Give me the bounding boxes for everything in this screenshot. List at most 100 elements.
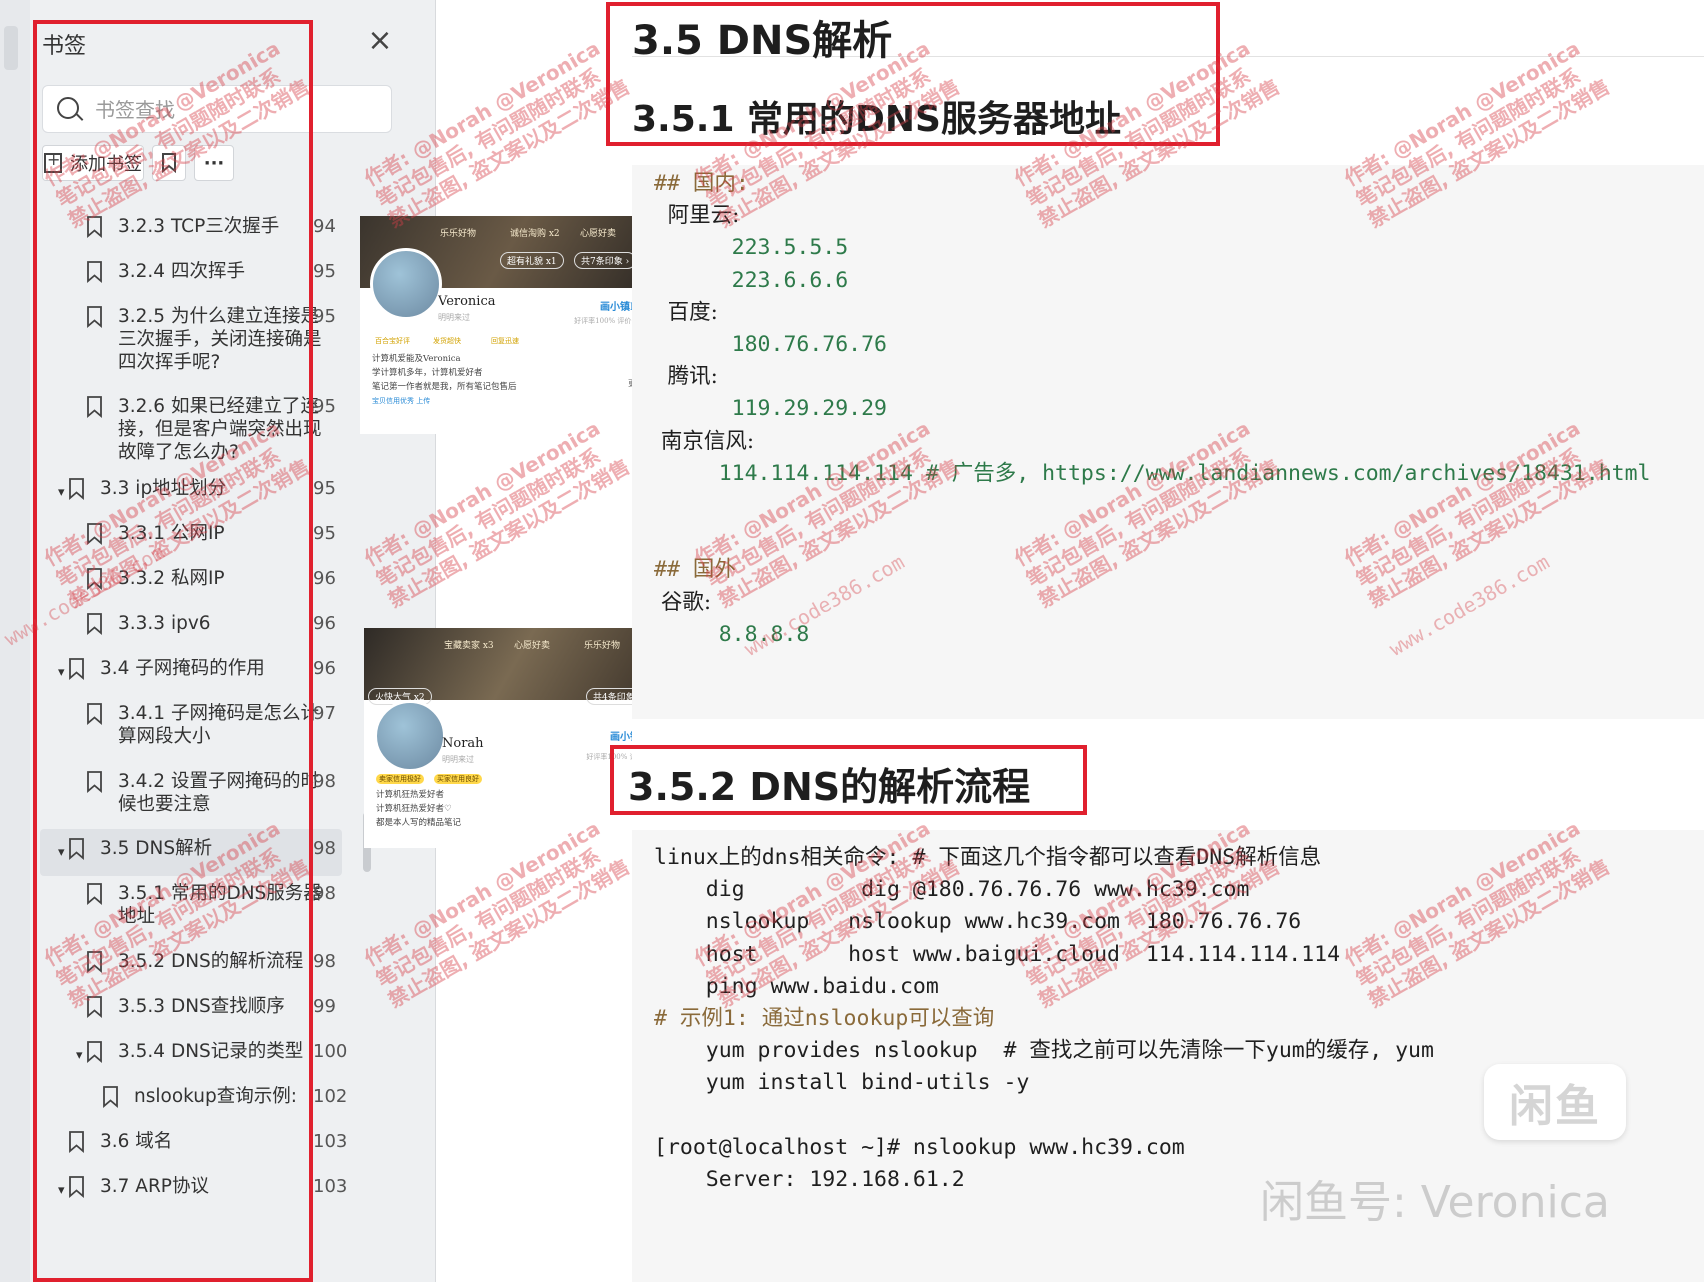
code-line: ## 国内: (654, 171, 749, 196)
bookmark-item[interactable]: 3.2.5 为什么建立连接是 三次握手，关闭连接确是 四次挥手呢? 95 (30, 305, 390, 374)
bookmark-icon (86, 396, 103, 418)
bookmark-item[interactable]: 3.5.1 常用的DNS服务器 地址 98 (30, 882, 390, 928)
card-line: 学计算机多年，计算机爱好者 (372, 368, 483, 378)
bookmark-icon (162, 153, 176, 173)
expand-arrow-icon[interactable]: ▾ (58, 841, 65, 864)
code-line: 8.8.8.8 (654, 621, 810, 647)
bookmark-item[interactable]: 3.5.2 DNS的解析流程 98 (30, 950, 390, 973)
code-line: 百度: (654, 299, 718, 325)
code-line: linux上的dns相关命令: # 下面这几个指令都可以查看DNS解析信息 (654, 845, 1322, 870)
card-seller-sub: 明明来过 (442, 755, 474, 764)
expand-arrow-icon[interactable]: ▾ (58, 481, 65, 504)
card-pill: 共7条印象 › (574, 252, 637, 269)
code-line: # 示例1: 通过nslookup可以查询 (654, 1006, 995, 1031)
bookmark-label: 3.5.2 DNS的解析流程 (118, 951, 304, 972)
bookmark-item[interactable]: 3.3.1 公网IP 95 (30, 522, 390, 545)
code-line: 223.6.6.6 (654, 267, 849, 293)
code-line: ping www.baidu.com (654, 973, 939, 999)
bookmark-label: 3.2.6 如果已经建立了连 接，但是客户端突然出现 故障了怎么办? (118, 396, 322, 463)
bookmark-icon (86, 523, 103, 545)
bookmark-label: 3.6 域名 (100, 1131, 173, 1152)
bookmark-label: 3.5.3 DNS查找顺序 (118, 996, 285, 1017)
bookmark-icon (68, 838, 85, 860)
card-line: 都是本人写的精品笔记 (376, 818, 462, 828)
card-tag: 心愿好卖 (514, 641, 551, 651)
code-line: nslookup nslookup www.hc39.com 180.76.76… (654, 909, 1302, 935)
bookmark-item[interactable]: nslookup查询示例: 102 (30, 1085, 390, 1108)
code-line: yum install bind-utils -y (654, 1070, 1030, 1096)
expand-arrow-icon[interactable]: ▾ (58, 1179, 65, 1202)
bookmark-label: 3.3.1 公网IP (118, 523, 225, 544)
bookmark-page-number: 95 (313, 306, 336, 327)
bookmark-page-number: 96 (313, 658, 336, 679)
add-bookmark-label: 添加书签 (70, 154, 142, 175)
code-line: 腾讯: (654, 364, 718, 390)
card-tag: 心愿好卖 (580, 229, 617, 239)
bookmark-item[interactable]: 3.5.3 DNS查找顺序 99 (30, 995, 390, 1018)
heading-3-5-1: 3.5.1 常用的DNS服务器地址 (632, 99, 1121, 140)
code-line: 119.29.29.29 (654, 396, 887, 422)
bookmark-item[interactable]: 3.3.3 ipv6 96 (30, 612, 390, 635)
gutter-tab[interactable] (4, 26, 18, 70)
bookmark-icon (86, 261, 103, 283)
bookmark-toggle-button[interactable] (152, 145, 186, 181)
bookmark-icon (86, 613, 103, 635)
bookmark-page-number: 95 (313, 396, 336, 417)
bookmark-icon (102, 1086, 119, 1108)
bookmark-item[interactable]: ▾ 3.7 ARP协议 103 (30, 1175, 390, 1198)
bookmark-item[interactable]: ▾ 3.5 DNS解析 98 (40, 829, 342, 876)
card-line: 计算机狂热爱好者♡ (376, 804, 452, 814)
bookmark-label: 3.7 ARP协议 (100, 1176, 209, 1197)
card-chip: 发货超快 (433, 337, 461, 345)
seller-card-veronica: 乐乐好物 诚信淘购 x2 心愿好卖 超有礼貌 x1 共7条印象 › Veronica 明明来… (360, 216, 654, 434)
bookmark-item[interactable]: ▾ 3.4 子网掩码的作用 96 (30, 657, 390, 680)
bookmark-item[interactable]: ▾ 3.3 ip地址划分 95 (30, 477, 390, 500)
card-extra: 宝贝信用优秀 上传 (372, 397, 431, 405)
bookmark-item[interactable]: 3.4.2 设置子网掩码的时 候也要注意 98 (30, 770, 390, 816)
bookmark-item[interactable]: 3.2.3 TCP三次握手 94 (30, 215, 390, 238)
card-seller-name: Veronica (438, 294, 496, 309)
bookmark-page-number: 96 (313, 613, 336, 634)
bookmark-search-box[interactable] (42, 85, 392, 133)
expand-arrow-icon[interactable]: ▾ (76, 1044, 83, 1067)
bookmark-item[interactable]: ▾ 3.5.4 DNS记录的类型 100 (30, 1040, 390, 1063)
bookmark-icon (86, 306, 103, 328)
bookmark-item[interactable]: 3.4.1 子网掩码是怎么计 算网段大小 97 (30, 702, 390, 748)
code-line: 180.76.76.76 (654, 332, 887, 357)
heading-3-5-2: 3.5.2 DNS的解析流程 (628, 765, 1031, 809)
bookmark-icon (86, 703, 103, 725)
seller-card-norah: 宝藏卖家 x3心愿好卖乐乐好物火快大气 x2共4条印象 ›Norah明明来过画小… (364, 628, 664, 848)
code-line: [root@localhost ~]# nslookup www.hc39.co… (654, 1134, 1185, 1160)
close-icon[interactable]: × (362, 24, 398, 60)
expand-arrow-icon[interactable]: ▾ (58, 661, 65, 684)
avatar (374, 700, 446, 772)
bookmark-item[interactable]: 3.3.2 私网IP 96 (30, 567, 390, 590)
bookmark-icon (86, 951, 103, 973)
bookmark-page-number: 99 (313, 996, 336, 1017)
bookmark-search-input[interactable] (93, 94, 377, 126)
bookmark-page-number: 96 (313, 568, 336, 589)
code-line: host host www.baigui.cloud 114.114.114.1… (654, 941, 1341, 967)
add-bookmark-button[interactable]: 添加书签 (42, 145, 144, 181)
bookmark-item[interactable]: 3.2.6 如果已经建立了连 接，但是客户端突然出现 故障了怎么办? 95 (30, 395, 390, 464)
card-chip: 回复迅速 (491, 337, 519, 345)
left-gutter (0, 0, 30, 1282)
code-line: 阿里云: (654, 203, 740, 229)
code-line: 南京信风: (654, 428, 755, 454)
bookmark-icon (86, 996, 103, 1018)
bookmark-item[interactable]: 3.6 域名 103 (30, 1130, 390, 1153)
bookmark-label: 3.3.2 私网IP (118, 568, 225, 589)
bookmark-item[interactable]: 3.2.4 四次挥手 95 (30, 260, 390, 283)
bookmark-label: 3.2.3 TCP三次握手 (118, 216, 280, 237)
card-tag: 宝藏卖家 x3 (444, 641, 494, 651)
card-tag: 乐乐好物 (440, 229, 477, 239)
card-line: 计算机狂热爱好者 (376, 790, 445, 800)
bookmark-label: 3.4.2 设置子网掩码的时 候也要注意 (118, 771, 319, 815)
code-line: 谷歌: (654, 589, 712, 615)
code-line: Server: 192.168.61.2 (654, 1167, 965, 1192)
bookmark-icon (68, 658, 85, 680)
more-options-button[interactable]: ··· (194, 145, 234, 181)
card-tag: 诚信淘购 x2 (510, 229, 560, 239)
bookmark-page-number: 98 (313, 883, 336, 904)
panel-title: 书签 (42, 34, 87, 59)
